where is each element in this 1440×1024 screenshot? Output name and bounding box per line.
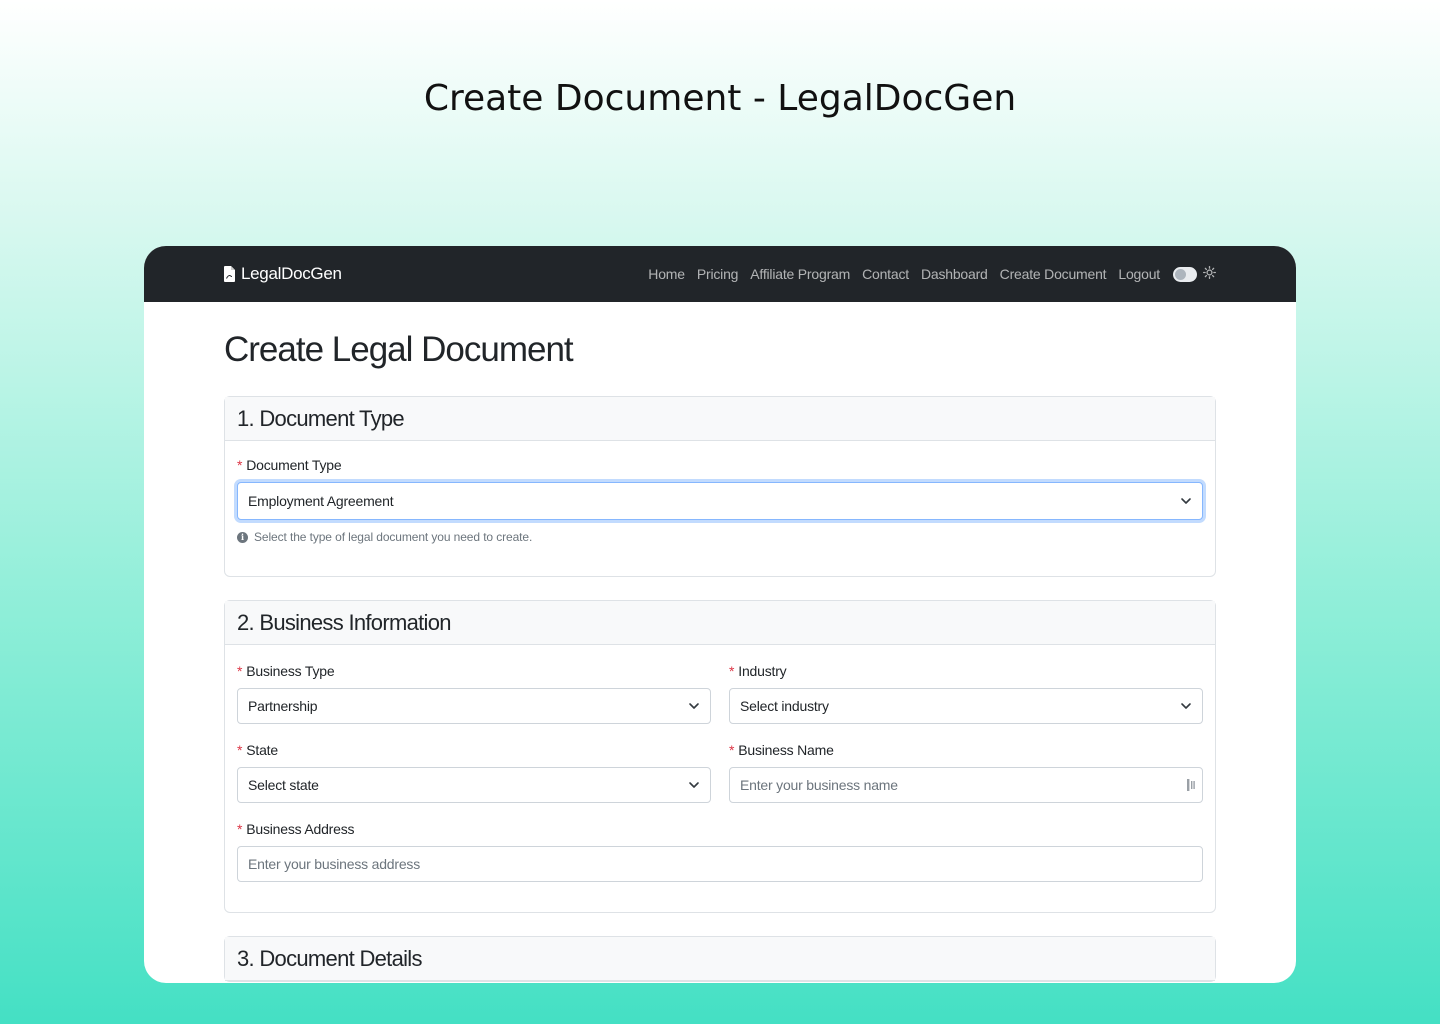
- sun-icon: [1203, 266, 1216, 282]
- theme-toggle[interactable]: [1173, 266, 1197, 282]
- chevron-down-icon: [1181, 498, 1191, 504]
- file-icon: [224, 266, 235, 282]
- business-information-card: 2. Business Information * Business Type P…: [224, 600, 1216, 913]
- browser-window: LegalDocGen Home Pricing Affiliate Progr…: [144, 246, 1296, 983]
- nav-links: Home Pricing Affiliate Program Contact D…: [636, 266, 1216, 282]
- brand[interactable]: LegalDocGen: [224, 264, 342, 284]
- nav-contact[interactable]: Contact: [862, 266, 909, 282]
- chevron-down-icon: [1181, 703, 1191, 709]
- business-name-label: * Business Name: [729, 742, 834, 758]
- document-type-label: * Document Type: [237, 457, 342, 473]
- nav-affiliate-program[interactable]: Affiliate Program: [750, 266, 850, 282]
- page-heading: Create Document - LegalDocGen: [423, 78, 1017, 119]
- business-address-input[interactable]: Enter your business address: [237, 846, 1203, 882]
- card-header: 2. Business Information: [225, 601, 1215, 645]
- page-title: Create Legal Document: [224, 330, 574, 369]
- card-header: 1. Document Type: [225, 397, 1215, 441]
- document-details-card: 3. Document Details: [224, 936, 1216, 982]
- business-address-label: * Business Address: [237, 821, 355, 837]
- nav-home[interactable]: Home: [648, 266, 685, 282]
- autofill-icon[interactable]: [1186, 778, 1196, 792]
- nav-pricing[interactable]: Pricing: [697, 266, 739, 282]
- document-type-card: 1. Document Type * Document Type Employme…: [224, 396, 1216, 577]
- state-label: * State: [237, 742, 278, 758]
- info-icon: i: [237, 531, 248, 543]
- state-select[interactable]: Select state: [237, 767, 711, 803]
- document-type-select[interactable]: Employment Agreement: [237, 482, 1203, 520]
- chevron-down-icon: [689, 782, 699, 788]
- industry-label: * Industry: [729, 663, 787, 679]
- chevron-down-icon: [689, 703, 699, 709]
- industry-select[interactable]: Select industry: [729, 688, 1203, 724]
- nav-create-document[interactable]: Create Document: [1000, 266, 1107, 282]
- navbar: LegalDocGen Home Pricing Affiliate Progr…: [144, 246, 1296, 302]
- nav-dashboard[interactable]: Dashboard: [921, 266, 988, 282]
- nav-logout[interactable]: Logout: [1118, 266, 1160, 282]
- business-type-label: * Business Type: [237, 663, 335, 679]
- business-name-input[interactable]: Enter your business name: [729, 767, 1203, 803]
- help-text: i Select the type of legal document you …: [237, 530, 1203, 544]
- main-content: Create Legal Document 1. Document Type *…: [144, 302, 1296, 982]
- business-type-select[interactable]: Partnership: [237, 688, 711, 724]
- card-header: 3. Document Details: [225, 937, 1215, 981]
- brand-name: LegalDocGen: [241, 264, 342, 283]
